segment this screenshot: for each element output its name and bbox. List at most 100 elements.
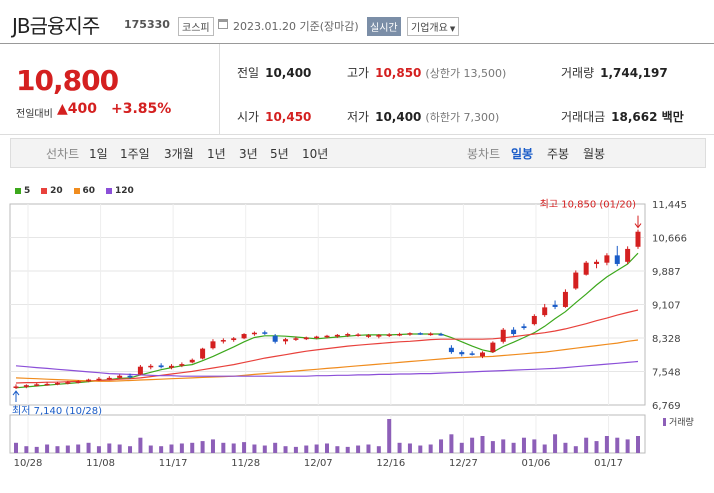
tab-weekly[interactable]: 주봉 bbox=[547, 145, 569, 162]
realtime-button[interactable]: 실시간 bbox=[367, 17, 401, 36]
y-tick-label: 10,666 bbox=[652, 234, 687, 245]
volume-bar bbox=[532, 439, 537, 453]
volume-bar bbox=[210, 439, 215, 453]
candle bbox=[397, 334, 403, 336]
candle bbox=[272, 335, 278, 342]
low-price: 저가 10,400 (하한가 7,300) bbox=[347, 110, 500, 124]
x-tick-label: 01/06 bbox=[522, 458, 551, 469]
price-change-pct: +3.85% bbox=[111, 101, 172, 117]
x-tick-label: 11/17 bbox=[159, 458, 188, 469]
candle bbox=[137, 366, 143, 375]
volume-bar bbox=[449, 434, 454, 453]
volume-bar bbox=[221, 442, 226, 453]
y-tick-label: 9,107 bbox=[652, 301, 681, 312]
candle bbox=[635, 231, 641, 247]
candle bbox=[428, 333, 434, 336]
volume-bar bbox=[252, 444, 257, 453]
volume-bar bbox=[231, 443, 236, 453]
volume-bar bbox=[625, 439, 630, 453]
up-triangle-icon: ▲ bbox=[57, 101, 68, 117]
candle bbox=[604, 255, 610, 263]
tab-3y[interactable]: 3년 bbox=[239, 145, 258, 162]
x-tick-label: 12/16 bbox=[376, 458, 405, 469]
volume-bar bbox=[55, 446, 60, 453]
x-tick-label: 12/07 bbox=[304, 458, 333, 469]
volume-bar bbox=[128, 446, 133, 453]
quote-panel: 10,800 전일대비 ▲400 +3.85% 전일 10,400 고가 10,85… bbox=[0, 43, 714, 135]
volume-bar bbox=[148, 445, 153, 453]
candle bbox=[625, 248, 631, 262]
candle bbox=[23, 385, 29, 387]
volume-bar bbox=[65, 445, 70, 453]
volume-bar bbox=[459, 442, 464, 453]
volume-bar bbox=[501, 439, 506, 453]
tab-1y[interactable]: 1년 bbox=[207, 145, 226, 162]
volume-bar bbox=[511, 442, 516, 453]
candle bbox=[438, 334, 444, 336]
volume-bar bbox=[604, 436, 609, 453]
volume-bar bbox=[325, 443, 329, 453]
tab-daily[interactable]: 일봉 bbox=[511, 145, 533, 162]
candle bbox=[594, 261, 600, 264]
volume-bar bbox=[273, 442, 278, 453]
tab-3m[interactable]: 3개월 bbox=[164, 145, 194, 162]
volume-bar bbox=[200, 441, 205, 453]
candle bbox=[469, 353, 475, 355]
candle bbox=[324, 335, 330, 338]
ma5-line bbox=[15, 252, 639, 389]
candle bbox=[552, 304, 558, 307]
volume-bar bbox=[376, 446, 381, 453]
tab-1d[interactable]: 1일 bbox=[89, 145, 108, 162]
volume-bar bbox=[304, 445, 309, 453]
candle bbox=[386, 334, 392, 336]
stock-header: JB금융지주 175330 코스피 2023.01.20 기준(장마감) 실시간… bbox=[0, 0, 714, 40]
tab-5y[interactable]: 5년 bbox=[270, 145, 289, 162]
tab-monthly[interactable]: 월봉 bbox=[583, 145, 605, 162]
prev-compare-label: 전일대비 bbox=[16, 109, 53, 120]
candle bbox=[251, 332, 257, 335]
volume-bar bbox=[594, 441, 599, 453]
candle bbox=[86, 379, 92, 382]
candle bbox=[13, 386, 19, 388]
y-tick-label: 6,769 bbox=[652, 401, 681, 412]
candle bbox=[54, 383, 60, 385]
candle bbox=[480, 352, 485, 357]
tab-1w[interactable]: 1주일 bbox=[120, 145, 150, 162]
candle bbox=[44, 383, 50, 386]
volume-bar bbox=[553, 434, 558, 453]
candle bbox=[614, 255, 620, 264]
volume-bar bbox=[366, 444, 371, 453]
candle bbox=[448, 347, 454, 353]
candle bbox=[148, 365, 154, 368]
candle bbox=[334, 334, 340, 337]
volume-bar bbox=[96, 446, 101, 453]
candle bbox=[220, 340, 226, 342]
quote-date: 2023.01.20 기준(장마감) bbox=[233, 20, 359, 33]
ma20-line bbox=[15, 309, 639, 384]
candle bbox=[531, 315, 537, 325]
y-tick-label: 9,887 bbox=[652, 267, 681, 278]
volume-bar bbox=[584, 437, 589, 453]
stock-name: JB금융지주 bbox=[12, 14, 100, 38]
volume-bar bbox=[169, 444, 174, 453]
candle bbox=[34, 384, 40, 386]
candle bbox=[106, 377, 112, 380]
current-price-box: 10,800 전일대비 ▲400 +3.85% bbox=[0, 44, 220, 134]
volume-bar bbox=[24, 446, 29, 453]
candle bbox=[303, 337, 309, 340]
candle bbox=[117, 375, 123, 378]
volume-bar bbox=[356, 445, 361, 453]
stock-code: 175330 bbox=[124, 18, 170, 31]
volume-bar bbox=[470, 437, 475, 453]
candle bbox=[511, 329, 517, 335]
prev-close: 전일 10,400 bbox=[237, 66, 312, 80]
candle bbox=[521, 326, 527, 329]
candle bbox=[365, 335, 371, 337]
volume-bar bbox=[107, 443, 112, 453]
candle bbox=[65, 382, 71, 384]
x-tick-label: 01/17 bbox=[594, 458, 623, 469]
tab-10y[interactable]: 10년 bbox=[302, 145, 328, 162]
candle bbox=[500, 329, 506, 342]
company-info-dropdown[interactable]: 기업개요 ▼ bbox=[407, 17, 460, 36]
candle bbox=[417, 333, 423, 335]
